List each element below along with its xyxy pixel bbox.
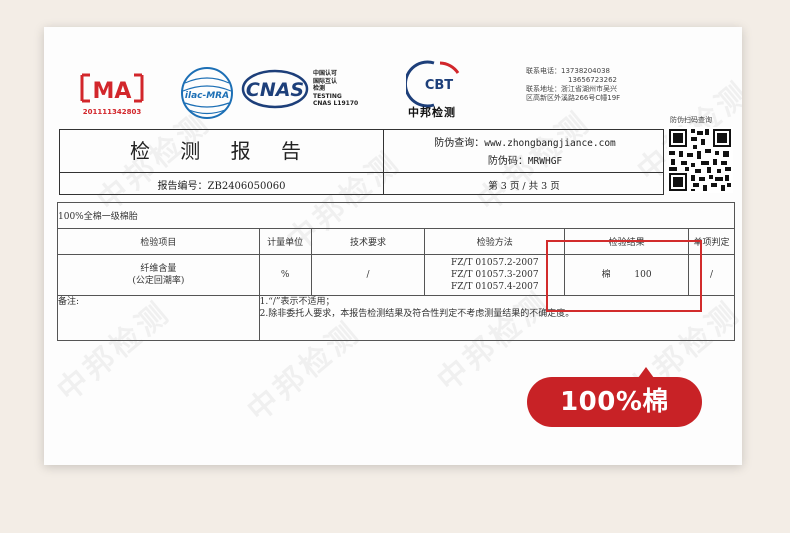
- cnas-line: TESTING: [313, 92, 342, 100]
- address-line: 浙江省湖州市吴兴: [561, 85, 617, 93]
- anti-code-value: MRWHGF: [527, 156, 563, 167]
- column-header: 检验方法: [424, 228, 566, 255]
- test-report-document: 中邦检测 中邦检测 中邦检测 中邦检测 中邦检测 中邦检测 中邦检测 中邦检测 …: [44, 27, 742, 465]
- method-line: FZ/T 01057.3-2007: [451, 270, 539, 280]
- result-highlight-box: [546, 240, 702, 312]
- anti-code-label: 防伪码：: [487, 156, 528, 167]
- cbt-logo: CBT: [406, 60, 460, 108]
- test-item-note: (公定回潮率): [132, 276, 185, 286]
- page-info: 第 3 页 / 共 3 页: [488, 181, 560, 192]
- column-header: 技术要求: [310, 228, 426, 255]
- report-number-label: 报告编号：: [157, 181, 208, 192]
- qr-code[interactable]: [667, 127, 733, 193]
- notes-label: 备注:: [57, 295, 260, 341]
- cbt-text: CBT: [425, 78, 453, 93]
- test-item: 纤维含量 (公定回潮率): [57, 254, 260, 296]
- test-item-name: 纤维含量: [140, 264, 177, 274]
- cma-mark-text: MA: [93, 79, 132, 104]
- qr-caption: 防伪扫码查询: [670, 116, 712, 124]
- unit-cell: %: [258, 254, 312, 296]
- ilac-text: ilac-MRA: [185, 91, 229, 101]
- report-header-table: 检 测 报 告 报告编号：ZB2406050060 防伪查询：www.zhong…: [59, 129, 664, 195]
- cnas-logo: CNAS: [241, 69, 309, 109]
- contact-info: 联系电话：13738204038 13656723262 联系地址：浙江省湖州市…: [526, 67, 620, 103]
- method-line: FZ/T 01057.4-2007: [451, 282, 539, 292]
- column-header: 计量单位: [258, 228, 312, 255]
- anti-fake-url: www.zhongbangjiance.com: [484, 138, 616, 149]
- cma-logo: MA 201111342803: [80, 73, 144, 116]
- address-line-2: 区高新区外溪路266号C幢19F: [526, 94, 621, 102]
- cotton-callout-badge: 100%棉: [527, 377, 702, 427]
- anti-fake-label: 防伪查询：: [434, 138, 485, 149]
- cma-number: 201111342803: [83, 108, 142, 116]
- method-cell: FZ/T 01057.2-2007 FZ/T 01057.3-2007 FZ/T…: [424, 254, 566, 296]
- report-number: 报告编号：ZB2406050060: [60, 177, 383, 192]
- ilac-mra-logo: ilac-MRA: [181, 67, 233, 119]
- product-name: 100%全棉一级棉胎: [57, 202, 735, 229]
- cnas-text: CNAS: [246, 79, 304, 101]
- method-line: FZ/T 01057.2-2007: [451, 258, 539, 268]
- address-label: 联系地址：: [526, 85, 561, 93]
- cbt-company-name: 中邦检测: [408, 106, 456, 119]
- requirement-cell: /: [310, 254, 426, 296]
- cnas-line: 中国认可: [313, 70, 338, 77]
- phone-label: 联系电话：: [526, 67, 561, 75]
- cnas-info: 中国认可 国际互认 检测 TESTING CNAS L19170: [313, 70, 358, 108]
- phone-number: 13738204038: [561, 67, 610, 75]
- cnas-line: 检测: [313, 85, 326, 93]
- report-title: 检 测 报 告: [129, 139, 314, 163]
- anti-fake-query: 防伪查询：www.zhongbangjiance.com: [390, 134, 660, 149]
- phone-number-2: 13656723262: [568, 76, 617, 84]
- column-header: 检验项目: [57, 228, 260, 255]
- report-number-value: ZB2406050060: [207, 181, 286, 192]
- cnas-line: CNAS L19170: [313, 100, 359, 108]
- anti-fake-code: 防伪码：MRWHGF: [390, 152, 660, 167]
